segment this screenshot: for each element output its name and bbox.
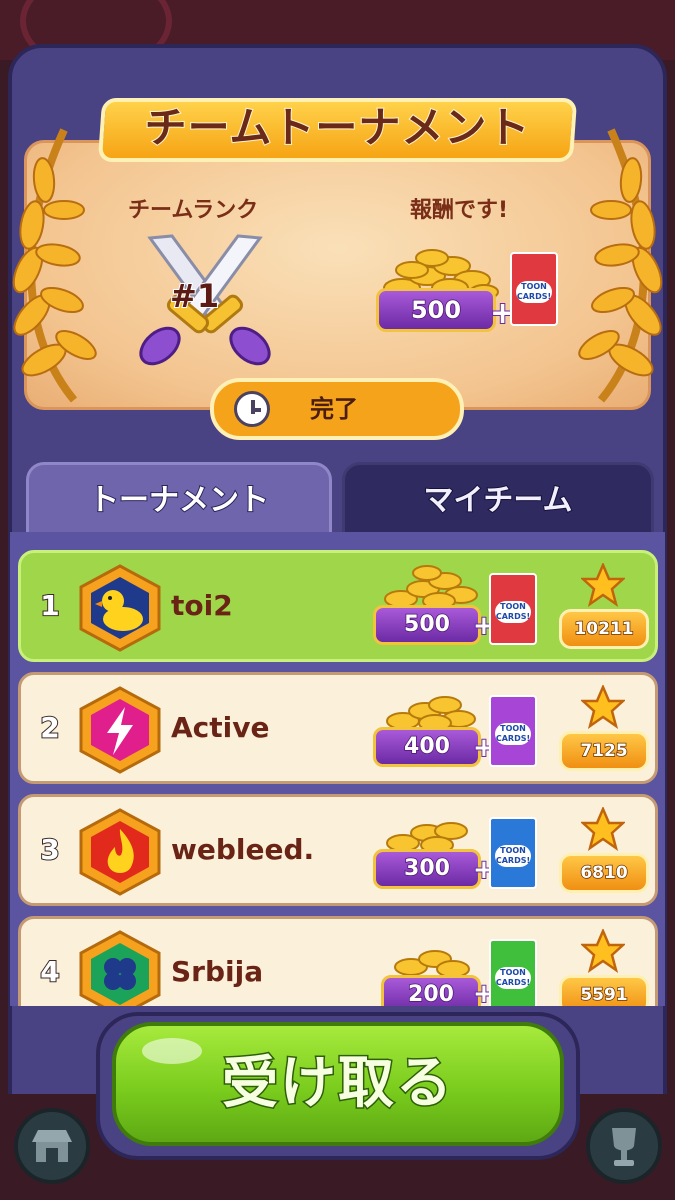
- reward-coin-ribbon: 500: [376, 288, 496, 332]
- leaderboard-row[interactable]: 2 Active 400 + TOON CARDS! 7125: [18, 672, 658, 784]
- score-badge: 7125: [559, 731, 649, 771]
- card-pack-icon: TOON CARDS!: [489, 573, 537, 645]
- leaderboard-row[interactable]: 1 toi2 500 + TOON CARDS! 10211: [18, 550, 658, 662]
- shop-icon[interactable]: [14, 1108, 90, 1184]
- coin-amount: 500: [403, 611, 450, 638]
- leaderboard-row[interactable]: 4 Srbija 200 + TOON CARDS! 5591: [18, 916, 658, 1006]
- row-rank: 3: [39, 832, 60, 867]
- tab-my-team[interactable]: マイチーム: [342, 462, 654, 532]
- card-pack-logo: TOON CARDS!: [495, 600, 531, 623]
- team-name: toi2: [171, 589, 233, 622]
- star-icon: [581, 807, 625, 851]
- coin-amount: 300: [403, 855, 450, 882]
- team-name: webleed.: [171, 833, 315, 866]
- clock-icon: [234, 391, 270, 427]
- status-label: 完了: [310, 395, 358, 423]
- coin-amount: 200: [407, 981, 454, 1006]
- shop-glyph-icon: [32, 1130, 72, 1162]
- duck-icon: [79, 564, 161, 652]
- claim-button-label: 受け取る: [221, 1050, 454, 1118]
- card-pack-logo: TOON CARDS!: [495, 722, 531, 745]
- page-title: チームトーナメント: [144, 102, 531, 153]
- card-pack-logo: TOON CARDS!: [495, 966, 531, 989]
- score-value: 7125: [580, 740, 629, 762]
- coin-amount: 400: [403, 733, 450, 760]
- score-value: 5591: [580, 984, 629, 1006]
- trophy-glyph-icon: [612, 1128, 636, 1166]
- card-pack-icon: TOON CARDS!: [489, 817, 537, 889]
- card-pack-icon: TOON CARDS!: [489, 695, 537, 767]
- row-rank: 1: [39, 588, 60, 623]
- team-name: Srbija: [171, 955, 264, 988]
- reward-coin-ribbon: 500: [373, 605, 481, 645]
- row-rank: 2: [39, 710, 60, 745]
- card-pack-logo: TOON CARDS!: [495, 844, 531, 867]
- tab-tournament[interactable]: トーナメント: [26, 462, 332, 532]
- card-pack-icon: TOON CARDS!: [489, 939, 537, 1006]
- team-rank-label: チームランク: [128, 198, 259, 223]
- card-pack-icon: TOON CARDS!: [510, 252, 558, 326]
- star-icon: [581, 563, 625, 607]
- flame-icon: [79, 808, 161, 896]
- reward-coin-ribbon: 300: [373, 849, 481, 889]
- trophy-icon[interactable]: [586, 1108, 662, 1184]
- score-value: 10211: [574, 618, 635, 640]
- leaderboard-list[interactable]: 1 toi2 500 + TOON CARDS! 10211 2 Active …: [10, 532, 665, 1006]
- star-icon: [581, 929, 625, 973]
- reward-coin-amount: 500: [410, 295, 462, 325]
- reward-label: 報酬です!: [410, 198, 509, 223]
- team-rank-value: #1: [169, 276, 220, 316]
- reward-coin-ribbon: 200: [381, 975, 481, 1006]
- card-pack-logo: TOON CARDS!: [516, 280, 552, 303]
- team-name: Active: [171, 711, 270, 744]
- claim-button[interactable]: 受け取る: [112, 1022, 564, 1146]
- score-badge: 5591: [559, 975, 649, 1006]
- row-rank: 4: [39, 954, 60, 989]
- clover-icon: [79, 930, 161, 1006]
- score-badge: 10211: [559, 609, 649, 649]
- score-badge: 6810: [559, 853, 649, 893]
- lightning-icon: [79, 686, 161, 774]
- reward-coin-ribbon: 400: [373, 727, 481, 767]
- score-value: 6810: [580, 862, 629, 884]
- status-pill: 完了: [210, 378, 464, 440]
- leaderboard-row[interactable]: 3 webleed. 300 + TOON CARDS! 6810: [18, 794, 658, 906]
- star-icon: [581, 685, 625, 729]
